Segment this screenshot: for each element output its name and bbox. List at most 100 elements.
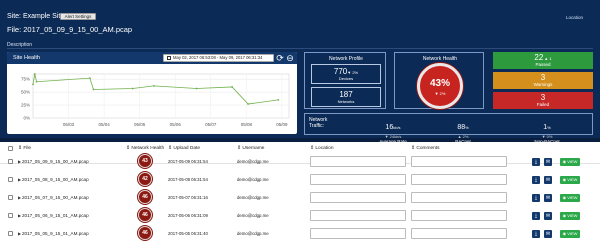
view-eye-icon: ◉ (562, 159, 567, 164)
x-tick-label: 05/05 (134, 122, 146, 127)
network-traffic-panel: Network Traffic: 16kb/s ▼ 24kb/s Average … (304, 113, 593, 144)
row-location-input[interactable] (310, 228, 406, 239)
x-tick-label: 05/06 (170, 122, 182, 127)
header-divider (0, 138, 600, 142)
select-all-checkbox[interactable] (8, 146, 13, 151)
download-icon[interactable]: ⤓ (532, 212, 540, 220)
expand-arrow-icon[interactable]: ▶ (18, 177, 21, 182)
row-file-name[interactable]: 2017_05_05_9_15_01_AM.pcap (22, 231, 89, 236)
health-data-point (152, 85, 155, 87)
row-username: demo@cdgp.me (237, 159, 269, 164)
row-checkbox[interactable] (8, 177, 13, 182)
calendar-icon (167, 55, 171, 60)
row-location-input[interactable] (310, 174, 406, 185)
network-health-change: ▼ 2% (434, 91, 446, 96)
health-data-point (231, 86, 234, 88)
view-button[interactable]: ◉ VIEW (560, 176, 580, 184)
row-location-input[interactable] (310, 192, 406, 203)
download-icon[interactable]: ⤓ (532, 230, 540, 238)
view-button-label: VIEW (567, 159, 578, 164)
column-header-location[interactable]: ⇕ Location (310, 146, 334, 151)
devices-box[interactable]: 770▼ 2% Devices (311, 64, 381, 84)
row-checkbox[interactable] (8, 195, 13, 200)
warnings-box[interactable]: 3 Warnings (493, 72, 593, 89)
network-profile-panel: Network Profile 770▼ 2% Devices 187 Netw… (304, 52, 386, 109)
view-button-label: VIEW (567, 195, 578, 200)
health-data-point (247, 103, 250, 105)
site-health-header: Site Health May 02, 2017 06:53:08 - May … (7, 52, 297, 64)
row-username: demo@cdgp.me (237, 177, 269, 182)
row-file-name[interactable]: 2017_05_08_9_15_00_AM.pcap (22, 177, 89, 182)
column-header-comments[interactable]: ⇕ Comments (411, 146, 440, 151)
row-checkbox[interactable] (8, 213, 13, 218)
column-header-upload-date[interactable]: ⇕ Upload Date (168, 146, 200, 151)
row-comments-input[interactable] (411, 156, 507, 167)
row-upload-date: 2017-05-09 06:31:54 (168, 159, 208, 164)
network-health-gauge: 43% ▼ 2% (417, 63, 463, 109)
expand-arrow-icon[interactable]: ▶ (18, 159, 21, 164)
average-rate-unit: kb/s (393, 125, 401, 130)
row-upload-date: 2017-05-05 06:31:40 (168, 231, 208, 236)
row-location-input[interactable] (310, 210, 406, 221)
row-comments-input[interactable] (411, 192, 507, 203)
failed-box[interactable]: 3 Failed (493, 92, 593, 109)
passed-value: 22 (534, 53, 544, 62)
site-health-panel: Site Health May 02, 2017 06:53:08 - May … (7, 52, 297, 134)
devices-change: ▼ 2% (347, 70, 359, 75)
row-checkbox[interactable] (8, 231, 13, 236)
row-location-input[interactable] (310, 156, 406, 167)
column-header-username[interactable]: ⇕ Username (237, 146, 264, 151)
site-health-title: Site Health (13, 55, 40, 61)
bacnet-unit: % (465, 125, 469, 130)
bacnet-share: 88% ▲ 2% BACnet (433, 116, 493, 144)
non-bacnet-unit: % (547, 125, 551, 130)
row-file-name[interactable]: 2017_05_09_9_15_00_AM.pcap (22, 159, 89, 164)
zoom-out-icon[interactable]: ⊖ (285, 53, 295, 63)
download-icon[interactable]: ⤓ (532, 194, 540, 202)
row-health-badge: 46 (138, 208, 152, 222)
passed-change: ▲ 1 (544, 56, 552, 61)
row-file-name[interactable]: 2017_05_07_9_15_00_AM.pcap (22, 195, 89, 200)
mail-icon[interactable]: ✉ (544, 158, 552, 166)
row-comments-input[interactable] (411, 210, 507, 221)
mail-icon[interactable]: ✉ (544, 194, 552, 202)
download-icon[interactable]: ⤓ (532, 158, 540, 166)
download-icon[interactable]: ⤓ (532, 176, 540, 184)
row-file-name[interactable]: 2017_05_06_9_15_01_AM.pcap (22, 213, 89, 218)
date-range-picker[interactable]: May 02, 2017 06:53:08 - May 09, 2017 06:… (163, 54, 274, 62)
passed-box[interactable]: 22▲ 1 Passed (493, 52, 593, 69)
mail-icon[interactable]: ✉ (544, 230, 552, 238)
average-rate: 16kb/s ▼ 24kb/s Average Rate (363, 116, 423, 144)
row-health-badge: 42 (138, 172, 152, 186)
y-tick-label: 25% (21, 103, 30, 108)
health-data-point (92, 88, 95, 91)
expand-arrow-icon[interactable]: ▶ (18, 231, 21, 236)
health-data-point (88, 77, 91, 80)
non-bacnet-share: 1% ▼ 0% Non-BACnet (517, 116, 577, 144)
row-upload-date: 2017-05-06 06:31:09 (168, 213, 208, 218)
column-header-file[interactable]: ⇕ File (18, 146, 31, 151)
row-health-badge: 43 (138, 154, 152, 168)
location-link[interactable]: Location (566, 15, 583, 20)
site-title: Site: Example Site (7, 13, 65, 20)
view-button[interactable]: ◉ VIEW (560, 230, 580, 238)
mail-icon[interactable]: ✉ (544, 176, 552, 184)
view-button[interactable]: ◉ VIEW (560, 212, 580, 220)
row-comments-input[interactable] (411, 228, 507, 239)
column-header-network-health[interactable]: ⇕ Network Health (126, 146, 164, 151)
mail-icon[interactable]: ✉ (544, 212, 552, 220)
devices-value: 770 (333, 67, 348, 76)
bacnet-label: BACnet (455, 139, 471, 144)
row-comments-input[interactable] (411, 174, 507, 185)
view-button[interactable]: ◉ VIEW (560, 194, 580, 202)
view-button[interactable]: ◉ VIEW (560, 158, 580, 166)
networks-box[interactable]: 187 Networks (311, 87, 381, 107)
date-range-text: May 02, 2017 06:53:08 - May 09, 2017 06:… (173, 55, 263, 60)
row-checkbox[interactable] (8, 159, 13, 164)
average-rate-label: Average Rate (379, 139, 407, 144)
alert-settings-button[interactable]: Alert Settings (60, 13, 96, 20)
refresh-icon[interactable]: ⟳ (275, 53, 285, 63)
expand-arrow-icon[interactable]: ▶ (18, 195, 21, 200)
expand-arrow-icon[interactable]: ▶ (18, 213, 21, 218)
y-tick-label: 0% (23, 116, 30, 121)
